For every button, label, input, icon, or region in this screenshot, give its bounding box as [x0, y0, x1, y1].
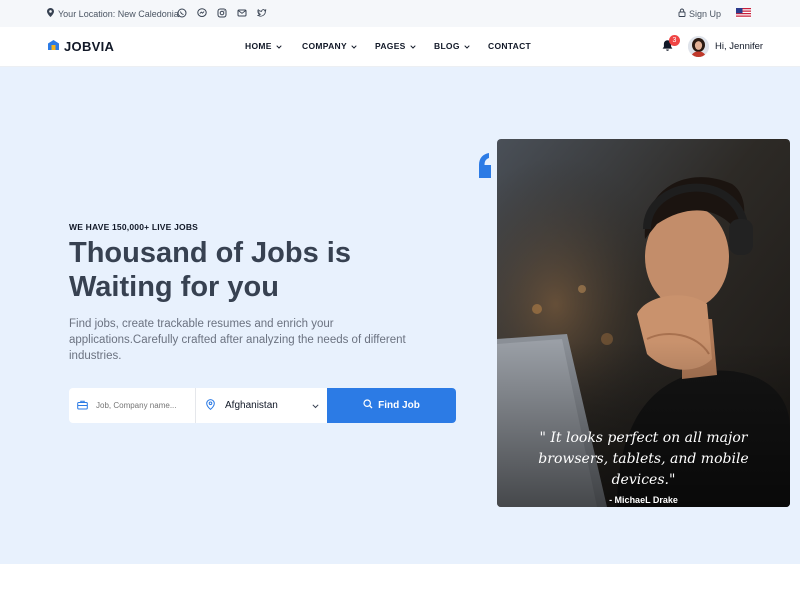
notification-badge: 3 — [669, 35, 680, 46]
nav-pages-label: PAGES — [375, 41, 406, 51]
hero-description: Find jobs, create trackable resumes and … — [69, 318, 406, 362]
chevron-down-icon — [276, 41, 282, 51]
chevron-down-icon — [351, 41, 357, 51]
nav-contact-label: CONTACT — [488, 41, 532, 51]
nav-company[interactable]: COMPANY — [302, 41, 357, 51]
hero-headline: Thousand of Jobs is Waiting for you — [69, 237, 351, 303]
messenger-icon[interactable] — [196, 7, 207, 18]
map-pin-icon — [47, 8, 54, 19]
twitter-icon[interactable] — [256, 7, 267, 18]
search-icon — [363, 399, 373, 412]
chevron-down-icon — [409, 41, 416, 51]
user-greeting[interactable]: Hi, Jennifer — [715, 41, 763, 52]
nav-blog-label: BLOG — [434, 41, 460, 51]
lock-icon — [678, 8, 686, 19]
envelope-icon[interactable] — [236, 7, 247, 18]
testimonial-author: - MichaeL Drake — [609, 495, 678, 505]
briefcase-icon — [77, 397, 88, 415]
chevron-down-icon — [464, 41, 470, 51]
location-text: Your Location: New Caledonia — [58, 8, 179, 19]
keyword-input[interactable] — [96, 401, 191, 410]
keyword-field[interactable] — [69, 388, 196, 423]
brand-name: JOBVIA — [64, 39, 115, 54]
us-flag-icon[interactable] — [736, 8, 751, 18]
find-job-label: Find Job — [378, 400, 420, 411]
nav-pages[interactable]: PAGES — [375, 41, 416, 51]
section-divider — [0, 564, 800, 600]
location-select[interactable]: Afghanistan — [196, 388, 327, 423]
sign-up-link[interactable]: Sign Up — [678, 8, 721, 19]
logo-icon — [47, 39, 60, 54]
top-bar: Your Location: New Caledonia Sign Up — [0, 0, 800, 27]
sign-up-label: Sign Up — [689, 8, 722, 19]
testimonial: " It looks perfect on all major browsers… — [497, 428, 790, 505]
nav-home[interactable]: HOME — [245, 41, 282, 51]
nav-home-label: HOME — [245, 41, 272, 51]
instagram-icon[interactable] — [216, 7, 227, 18]
location-value: Afghanistan — [225, 400, 278, 411]
testimonial-quote: " It looks perfect on all major browsers… — [538, 430, 749, 488]
chevron-down-icon — [312, 401, 319, 412]
map-pin-icon — [206, 398, 215, 413]
brand-logo[interactable]: JOBVIA — [47, 39, 114, 54]
job-search-form: Afghanistan Find Job — [69, 388, 456, 423]
avatar[interactable] — [688, 36, 709, 57]
hero-eyebrow: WE HAVE 150,000+ LIVE JOBS — [69, 222, 199, 232]
nav-company-label: COMPANY — [302, 41, 347, 51]
whatsapp-icon[interactable] — [176, 7, 187, 18]
find-job-button[interactable]: Find Job — [327, 388, 456, 423]
social-links — [176, 7, 267, 18]
location: Your Location: New Caledonia — [47, 8, 179, 19]
nav-blog[interactable]: BLOG — [434, 41, 470, 51]
navbar: JOBVIA HOME COMPANY PAGES BLOG CONTACT 3… — [0, 27, 800, 67]
nav-contact[interactable]: CONTACT — [488, 41, 531, 51]
